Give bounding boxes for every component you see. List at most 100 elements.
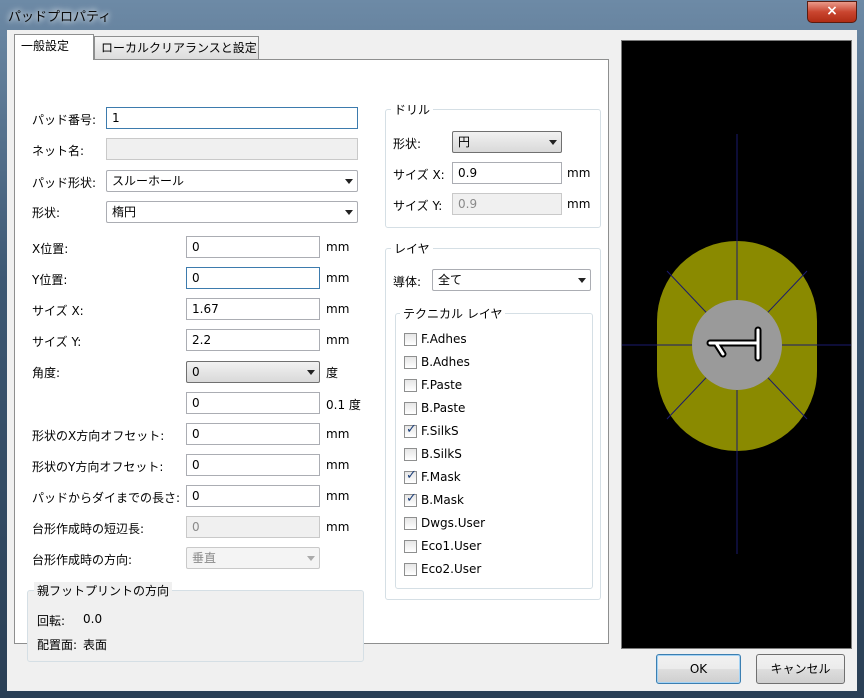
chevron-down-icon bbox=[307, 556, 315, 561]
shape-label: 形状: bbox=[32, 206, 61, 220]
angle-select[interactable]: 0 bbox=[186, 361, 320, 383]
window-title: パッドプロパティ bbox=[8, 10, 112, 25]
layer-checkbox-f-adhes[interactable] bbox=[404, 333, 417, 346]
pad-number-input[interactable]: 1 bbox=[106, 107, 358, 129]
drill-size-x-label: サイズ X: bbox=[393, 168, 445, 182]
layer-checkbox-eco2-user[interactable] bbox=[404, 563, 417, 576]
rotation-label: 回転: bbox=[37, 614, 66, 628]
pad-type-label: パッド形状: bbox=[32, 176, 97, 190]
drill-size-x-unit: mm bbox=[567, 166, 591, 180]
size-x-input[interactable]: 1.67 bbox=[186, 298, 320, 320]
layer-checkbox-label: F.SilkS bbox=[421, 424, 459, 438]
shape-value: 楕円 bbox=[112, 205, 137, 219]
trap-delta-label: 台形作成時の短辺長: bbox=[32, 522, 145, 536]
y-pos-label: Y位置: bbox=[32, 273, 68, 287]
title-bar: パッドプロパティ × bbox=[0, 0, 864, 30]
dialog-client: 一般設定 ローカルクリアランスと設定 パッド番号: 1 ネット名: パッド形状:… bbox=[7, 30, 857, 691]
size-y-unit: mm bbox=[326, 333, 350, 347]
side-value: 表面 bbox=[83, 638, 108, 652]
dialog-window: パッドプロパティ × 一般設定 ローカルクリアランスと設定 パッド番号: 1 ネ… bbox=[0, 0, 864, 698]
angle-fine-input[interactable]: 0 bbox=[186, 392, 320, 414]
layer-checkbox-label: B.Mask bbox=[421, 493, 464, 507]
layer-checkbox-f-mask[interactable]: ✓ bbox=[404, 468, 417, 484]
drill-size-y-unit: mm bbox=[567, 197, 591, 211]
trap-delta-input[interactable]: 0 bbox=[186, 516, 320, 538]
checkmark-icon: ✓ bbox=[406, 491, 417, 506]
pad-type-select[interactable]: スルーホール bbox=[106, 170, 358, 192]
layer-checkbox-b-adhes[interactable] bbox=[404, 356, 417, 369]
layers-group-title: レイヤ bbox=[391, 240, 433, 257]
layer-checkbox-label: F.Paste bbox=[421, 378, 463, 392]
layer-checkbox-b-mask[interactable]: ✓ bbox=[404, 491, 417, 507]
size-x-label: サイズ X: bbox=[32, 304, 84, 318]
layer-checkbox-label: F.Mask bbox=[421, 470, 461, 484]
offset-x-label: 形状のX方向オフセット: bbox=[32, 429, 165, 443]
offset-y-unit: mm bbox=[326, 458, 350, 472]
chevron-down-icon bbox=[345, 210, 353, 215]
die-length-label: パッドからダイまでの長さ: bbox=[32, 491, 181, 505]
pad-preview bbox=[621, 40, 852, 649]
size-y-input[interactable]: 2.2 bbox=[186, 329, 320, 351]
x-pos-label: X位置: bbox=[32, 242, 69, 256]
offset-y-input[interactable]: 0 bbox=[186, 454, 320, 476]
layer-checkbox-f-paste[interactable] bbox=[404, 379, 417, 392]
copper-value: 全て bbox=[438, 273, 463, 287]
pad-preview-canvas bbox=[622, 134, 851, 554]
net-name-input[interactable] bbox=[106, 138, 358, 160]
size-y-label: サイズ Y: bbox=[32, 335, 82, 349]
side-label: 配置面: bbox=[37, 638, 78, 652]
footprint-orientation-title: 親フットプリントの方向 bbox=[34, 582, 173, 599]
trap-dir-value: 垂直 bbox=[192, 551, 217, 565]
drill-size-x-input[interactable]: 0.9 bbox=[452, 162, 562, 184]
offset-y-label: 形状のY方向オフセット: bbox=[32, 460, 164, 474]
x-pos-input[interactable]: 0 bbox=[186, 236, 320, 258]
shape-select[interactable]: 楕円 bbox=[106, 201, 358, 223]
tab-local-clearance[interactable]: ローカルクリアランスと設定 bbox=[94, 36, 259, 59]
cancel-button[interactable]: キャンセル bbox=[756, 654, 845, 684]
footprint-orientation-group bbox=[27, 590, 364, 662]
layer-checkbox-label: Dwgs.User bbox=[421, 516, 486, 530]
drill-shape-value: 円 bbox=[458, 135, 471, 149]
angle-unit: 度 bbox=[326, 366, 339, 380]
copper-select[interactable]: 全て bbox=[432, 269, 591, 291]
tab-general[interactable]: 一般設定 bbox=[14, 34, 94, 60]
trap-delta-unit: mm bbox=[326, 520, 350, 534]
checkmark-icon: ✓ bbox=[406, 468, 417, 483]
drill-shape-select[interactable]: 円 bbox=[452, 131, 562, 153]
chevron-down-icon bbox=[345, 179, 353, 184]
angle-value: 0 bbox=[192, 365, 200, 379]
chevron-down-icon bbox=[549, 140, 557, 145]
offset-x-unit: mm bbox=[326, 427, 350, 441]
layer-checkbox-dwgs-user[interactable] bbox=[404, 517, 417, 530]
x-pos-unit: mm bbox=[326, 240, 350, 254]
close-button[interactable]: × bbox=[807, 1, 857, 23]
angle-label: 角度: bbox=[32, 366, 61, 380]
layer-checkbox-label: B.SilkS bbox=[421, 447, 462, 461]
layer-checkbox-b-silks[interactable] bbox=[404, 448, 417, 461]
angle-fine-unit: 0.1 度 bbox=[326, 398, 361, 412]
layer-checkbox-f-silks[interactable]: ✓ bbox=[404, 422, 417, 438]
offset-x-input[interactable]: 0 bbox=[186, 423, 320, 445]
trap-dir-select[interactable]: 垂直 bbox=[186, 547, 320, 569]
rotation-value: 0.0 bbox=[83, 612, 103, 626]
drill-size-y-input[interactable]: 0.9 bbox=[452, 193, 562, 215]
pad-type-value: スルーホール bbox=[112, 174, 185, 188]
ok-button[interactable]: OK bbox=[656, 654, 741, 684]
die-length-unit: mm bbox=[326, 489, 350, 503]
checkmark-icon: ✓ bbox=[406, 422, 417, 437]
drill-group-title: ドリル bbox=[391, 101, 434, 118]
chevron-down-icon bbox=[307, 370, 315, 375]
layer-checkbox-eco1-user[interactable] bbox=[404, 540, 417, 553]
layer-checkbox-label: B.Paste bbox=[421, 401, 466, 415]
y-pos-unit: mm bbox=[326, 271, 350, 285]
general-tab-panel: パッド番号: 1 ネット名: パッド形状: スルーホール 形状: 楕円 X位置:… bbox=[14, 59, 609, 662]
layer-checkbox-b-paste[interactable] bbox=[404, 402, 417, 415]
pad-number-label: パッド番号: bbox=[32, 113, 97, 127]
trap-dir-label: 台形作成時の方向: bbox=[32, 553, 133, 567]
layer-checkbox-label: Eco1.User bbox=[421, 539, 482, 553]
layer-checkbox-label: Eco2.User bbox=[421, 562, 482, 576]
die-length-input[interactable]: 0 bbox=[186, 485, 320, 507]
layer-checkbox-label: B.Adhes bbox=[421, 355, 470, 369]
y-pos-input[interactable]: 0 bbox=[186, 267, 320, 289]
drill-size-y-label: サイズ Y: bbox=[393, 199, 443, 213]
